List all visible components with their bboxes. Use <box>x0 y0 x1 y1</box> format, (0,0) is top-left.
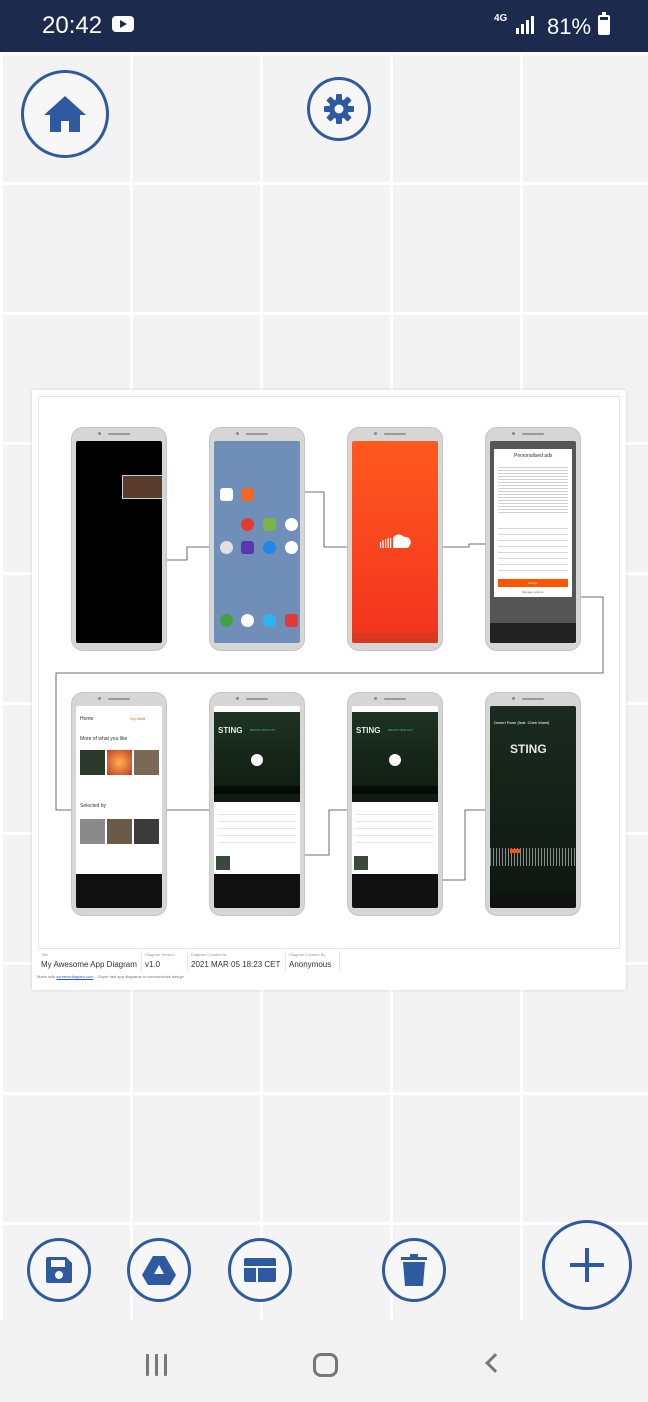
consent-accept-button[interactable]: Accept <box>498 579 568 587</box>
footer-version-cell: Diagram Version v1.0 <box>142 951 188 971</box>
phone-screen-video[interactable] <box>71 427 167 651</box>
consent-title: Personalised ads <box>514 453 553 459</box>
system-navigation-bar <box>0 1320 648 1402</box>
battery-percent: 81% <box>547 14 592 39</box>
home-icon <box>44 96 86 132</box>
feed-selected-title: Selected by <box>80 803 107 809</box>
phone-screen-player[interactable]: Desert Rose (feat. Cheb Mami) STING <box>485 692 581 916</box>
phone-screen-track[interactable]: STING BRAND NEW DAY <box>209 692 305 916</box>
footer-author-cell: Diagram Created By Anonymous <box>286 951 340 971</box>
phone-screen-track-playing[interactable]: STING BRAND NEW DAY <box>347 692 443 916</box>
google-drive-icon <box>142 1256 176 1285</box>
feed-more-title: More of what you like <box>80 736 128 742</box>
made-with-link[interactable]: screensdiagram.com <box>56 974 93 979</box>
signal-icon <box>516 16 536 34</box>
battery-icon <box>598 12 610 35</box>
network-indicator: 4G <box>494 13 508 24</box>
footer-title-cell: Title My Awesome App Diagram <box>38 951 142 971</box>
add-button[interactable] <box>542 1220 632 1310</box>
phone-screen-launcher[interactable] <box>209 427 305 651</box>
consent-manage-link: Manage options <box>522 590 544 594</box>
recents-icon[interactable] <box>146 1354 170 1376</box>
home-button[interactable] <box>21 70 109 158</box>
layout-button[interactable] <box>228 1238 292 1302</box>
phone-screen-splash[interactable] <box>347 427 443 651</box>
floppy-disk-icon <box>46 1257 72 1283</box>
plus-icon <box>570 1248 604 1282</box>
feed-header: Home <box>80 716 94 722</box>
phone-screen-home-feed[interactable]: Home Try Next More of what you like Sele… <box>71 692 167 916</box>
consent-dialog: Personalised ads Accept Manage options <box>494 449 572 597</box>
video-thumbnail <box>122 475 162 499</box>
phone-screen-consent[interactable]: Personalised ads Accept Manage options <box>485 427 581 651</box>
back-icon[interactable] <box>485 1353 505 1373</box>
settings-button[interactable] <box>307 77 371 141</box>
soundcloud-logo-icon <box>380 534 411 548</box>
save-button[interactable] <box>27 1238 91 1302</box>
diagram-sheet[interactable]: Personalised ads Accept Manage options H… <box>32 390 626 990</box>
layout-icon <box>244 1258 276 1282</box>
gear-icon <box>324 94 354 124</box>
status-time: 20:42 <box>42 12 103 39</box>
delete-button[interactable] <box>382 1238 446 1302</box>
diagram-footer: Title My Awesome App Diagram Diagram Ver… <box>38 948 620 972</box>
status-bar: 20:42 4G 81% <box>0 0 648 52</box>
diagram-frame: Personalised ads Accept Manage options H… <box>38 396 620 949</box>
trash-icon <box>401 1254 427 1286</box>
youtube-notification-icon <box>112 16 134 32</box>
home-nav-icon[interactable] <box>313 1353 338 1377</box>
made-with-credit: Made with screensdiagram.com – Super fas… <box>37 974 184 979</box>
footer-created-cell: Diagram Created At 2021 MAR 05 18:23 CET <box>188 951 286 971</box>
google-drive-button[interactable] <box>127 1238 191 1302</box>
